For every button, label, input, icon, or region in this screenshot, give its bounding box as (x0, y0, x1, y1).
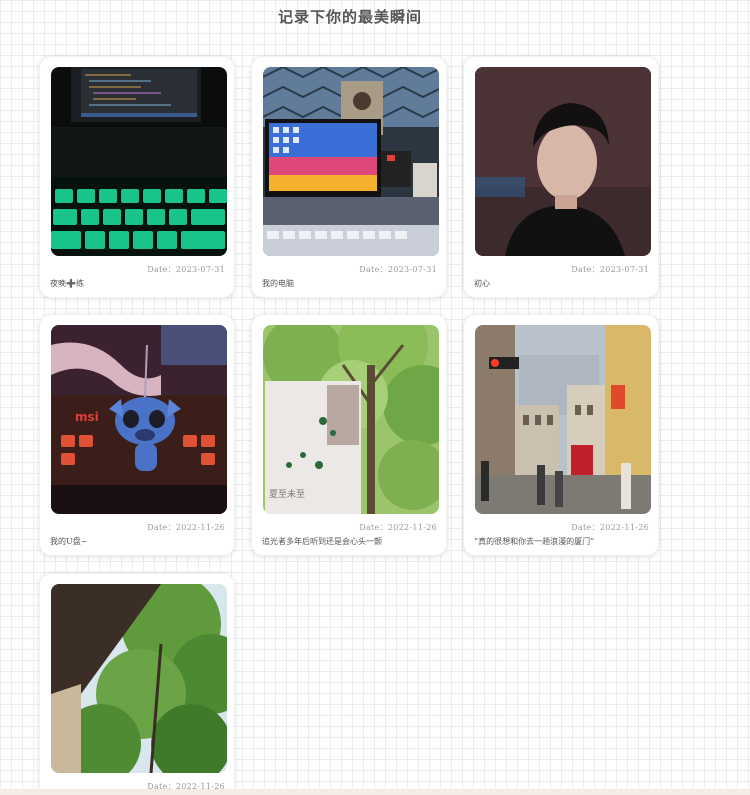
photo-card[interactable]: 夏至未至 Date：2022-11-26 追光者多年后听到还是会心头一颤 (251, 314, 447, 556)
photo-card[interactable]: Date：2022-11-26 (39, 573, 235, 795)
card-caption: 追光者多年后听到还是会心头一颤 (262, 537, 382, 546)
card-date: Date：2022-11-26 (147, 523, 225, 532)
svg-text:msi: msi (75, 410, 99, 424)
card-caption: 我的电脑 (262, 279, 294, 288)
tree-book-photo[interactable]: 夏至未至 (263, 325, 439, 514)
photo-card[interactable]: Date：2023-07-31 夜晚➕练 (39, 56, 235, 298)
xiamen-street-photo[interactable] (475, 325, 651, 514)
computer-desk-photo[interactable] (263, 67, 439, 256)
keyboard-night-photo[interactable] (51, 67, 227, 256)
card-date: Date：2022-11-26 (571, 523, 649, 532)
bottom-bar (0, 789, 750, 795)
card-date: Date：2023-07-31 (359, 265, 437, 274)
photo-card[interactable]: msi Date：2022-11-26 我的U盘~ (39, 314, 235, 556)
svg-text:夏至未至: 夏至未至 (269, 488, 305, 500)
card-caption: “真的很想和你去一趟浪漫的厦门” (474, 537, 595, 546)
portrait-photo[interactable] (475, 67, 651, 256)
card-caption: 我的U盘~ (50, 537, 88, 546)
tree-canopy-photo[interactable] (51, 584, 227, 773)
card-caption: 夜晚➕练 (50, 279, 84, 288)
photo-card[interactable]: Date：2023-07-31 初心 (463, 56, 659, 298)
photo-card[interactable]: Date：2022-11-26 “真的很想和你去一趟浪漫的厦门” (463, 314, 659, 556)
card-date: Date：2023-07-31 (147, 265, 225, 274)
card-date: Date：2022-11-26 (359, 523, 437, 532)
card-date: Date：2023-07-31 (571, 265, 649, 274)
photo-card[interactable]: Date：2023-07-31 我的电脑 (251, 56, 447, 298)
stitch-usb-photo[interactable]: msi (51, 325, 227, 514)
card-caption: 初心 (474, 279, 490, 288)
page-title: 记录下你的最美瞬间 (277, 8, 422, 26)
